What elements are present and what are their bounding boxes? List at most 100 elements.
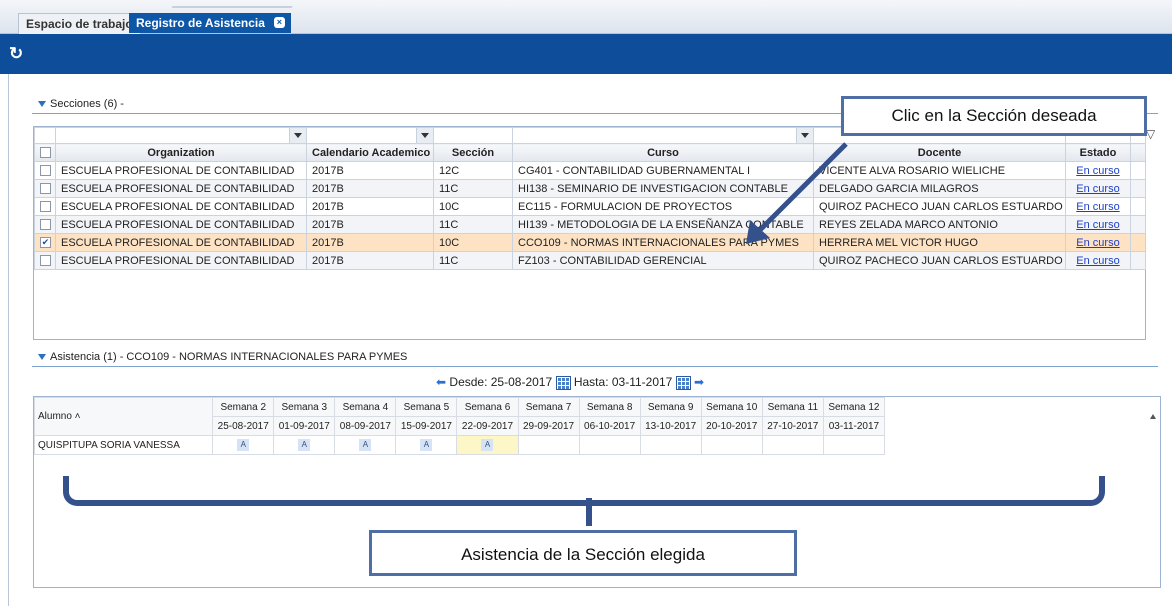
cell-cal: 2017B [306, 215, 434, 234]
row-checkbox[interactable] [40, 165, 51, 177]
estado-link[interactable]: En curso [1076, 165, 1119, 177]
callout-bottom: Asistencia de la Sección elegida [369, 530, 797, 576]
table-row[interactable]: ESCUELA PROFESIONAL DE CONTABILIDAD 2017B… [34, 215, 1146, 234]
estado-link[interactable]: En curso [1076, 183, 1119, 195]
row-checkbox[interactable] [40, 255, 51, 267]
tab-espacio-de-trabajo[interactable]: Espacio de trabajo [18, 13, 141, 34]
asistencia-header[interactable]: Asistencia (1) - CCO109 - NORMAS INTERNA… [38, 349, 407, 365]
attendance-mark[interactable]: A [359, 439, 372, 451]
cell-org: ESCUELA PROFESIONAL DE CONTABILIDAD [55, 161, 307, 180]
col-date: 08-09-2017 [334, 416, 397, 436]
attendance-cell[interactable]: A [334, 435, 397, 455]
col-week: Semana 7 [517, 397, 580, 417]
col-organization[interactable]: Organization [55, 143, 307, 162]
arrow-left-icon[interactable]: ⬅ [436, 375, 446, 389]
attendance-mark[interactable]: A [298, 439, 311, 451]
row-checkbox[interactable]: ✔ [40, 237, 51, 249]
refresh-icon[interactable]: ↻ [9, 45, 25, 62]
attendance-cell[interactable]: A [395, 435, 458, 455]
cell-sec: 10C [433, 197, 513, 216]
row-checkbox[interactable] [40, 201, 51, 213]
attendance-cell[interactable]: A [212, 435, 275, 455]
cell-org: ESCUELA PROFESIONAL DE CONTABILIDAD [55, 197, 307, 216]
col-calendario[interactable]: Calendario Academico [306, 143, 434, 162]
scroll-up-icon[interactable] [1150, 414, 1156, 419]
left-border [8, 74, 9, 606]
cell-cal: 2017B [306, 161, 434, 180]
col-date: 06-10-2017 [578, 416, 641, 436]
col-date: 15-09-2017 [395, 416, 458, 436]
cell-cal: 2017B [306, 233, 434, 252]
estado-link[interactable]: En curso [1076, 219, 1119, 231]
chevron-down-icon[interactable] [289, 128, 306, 143]
chevron-down-icon[interactable] [416, 128, 433, 143]
table-row[interactable]: ESCUELA PROFESIONAL DE CONTABILIDAD 2017B… [34, 251, 1146, 270]
col-seccion[interactable]: Sección [433, 143, 513, 162]
table-row[interactable]: ESCUELA PROFESIONAL DE CONTABILIDAD 2017B… [34, 179, 1146, 198]
col-week: Semana 12 [822, 397, 886, 417]
attendance-cell[interactable] [578, 435, 641, 455]
filter-icon[interactable]: ▽ [1146, 127, 1155, 141]
cell-estado[interactable]: En curso [1065, 251, 1131, 270]
cell-estado[interactable]: En curso [1065, 215, 1131, 234]
calendar-icon[interactable] [555, 375, 571, 390]
col-docente[interactable]: Docente [813, 143, 1066, 162]
attendance-cell[interactable] [761, 435, 824, 455]
col-week: Semana 10 [700, 397, 763, 417]
table-row[interactable]: ✔ ESCUELA PROFESIONAL DE CONTABILIDAD 2017… [34, 233, 1146, 252]
callout-top: Clic en la Sección deseada [841, 96, 1147, 136]
attendance-cell[interactable] [700, 435, 763, 455]
attendance-cell[interactable] [517, 435, 580, 455]
estado-link[interactable]: En curso [1076, 255, 1119, 267]
attendance-cell[interactable] [822, 435, 886, 455]
attendance-cell[interactable]: A [456, 435, 519, 455]
cell-sec: 11C [433, 179, 513, 198]
estado-link[interactable]: En curso [1076, 237, 1119, 249]
header-row: Organization Calendario Academico Secció… [34, 143, 1146, 162]
secciones-header[interactable]: Secciones (6) - [38, 96, 124, 112]
col-week: Semana 2 [212, 397, 275, 417]
cell-org: ESCUELA PROFESIONAL DE CONTABILIDAD [55, 179, 307, 198]
cell-docente: QUIROZ PACHECO JUAN CARLOS ESTUARDO [813, 197, 1066, 216]
attendance-mark[interactable]: A [420, 439, 433, 451]
cell-org: ESCUELA PROFESIONAL DE CONTABILIDAD [55, 251, 307, 270]
collapse-icon[interactable] [38, 354, 46, 361]
col-week: Semana 11 [761, 397, 824, 417]
brace [63, 476, 1105, 506]
table-row[interactable]: ESCUELA PROFESIONAL DE CONTABILIDAD 2017B… [34, 197, 1146, 216]
close-icon[interactable]: × [273, 17, 285, 28]
cell-docente: DELGADO GARCIA MILAGROS [813, 179, 1066, 198]
attendance-mark[interactable]: A [237, 439, 250, 451]
table-row[interactable]: ESCUELA PROFESIONAL DE CONTABILIDAD 2017B… [34, 161, 1146, 180]
attendance-mark[interactable]: A [481, 439, 494, 451]
filter-calendario[interactable] [306, 127, 434, 144]
arrow-right-icon[interactable]: ➡ [694, 375, 704, 389]
attendance-cell[interactable] [639, 435, 702, 455]
cell-sec: 11C [433, 251, 513, 270]
filter-seccion[interactable] [433, 127, 513, 144]
desde-label: Desde: 25-08-2017 [449, 375, 553, 389]
col-week: Semana 8 [578, 397, 641, 417]
cell-estado[interactable]: En curso [1065, 233, 1131, 252]
col-date: 13-10-2017 [639, 416, 702, 436]
collapse-icon[interactable] [38, 101, 46, 108]
cell-curso: FZ103 - CONTABILIDAD GERENCIAL [512, 251, 814, 270]
col-date: 01-09-2017 [273, 416, 336, 436]
cell-estado[interactable]: En curso [1065, 197, 1131, 216]
cell-estado[interactable]: En curso [1065, 179, 1131, 198]
tab-registro-de-asistencia[interactable]: Registro de Asistencia × [129, 13, 291, 33]
cell-docente: HERRERA MEL VICTOR HUGO [813, 233, 1066, 252]
cell-estado[interactable]: En curso [1065, 161, 1131, 180]
attendance-cell[interactable]: A [273, 435, 336, 455]
col-estado[interactable]: Estado [1065, 143, 1131, 162]
calendar-icon[interactable] [675, 375, 691, 390]
col-week: Semana 3 [273, 397, 336, 417]
col-date: 29-09-2017 [517, 416, 580, 436]
row-checkbox[interactable] [40, 183, 51, 195]
col-date: 25-08-2017 [212, 416, 275, 436]
estado-link[interactable]: En curso [1076, 201, 1119, 213]
row-checkbox[interactable] [40, 219, 51, 231]
col-alumno[interactable]: Alumno ˄ [33, 397, 214, 436]
filter-organization[interactable] [55, 127, 307, 144]
select-all-checkbox[interactable] [40, 147, 51, 159]
